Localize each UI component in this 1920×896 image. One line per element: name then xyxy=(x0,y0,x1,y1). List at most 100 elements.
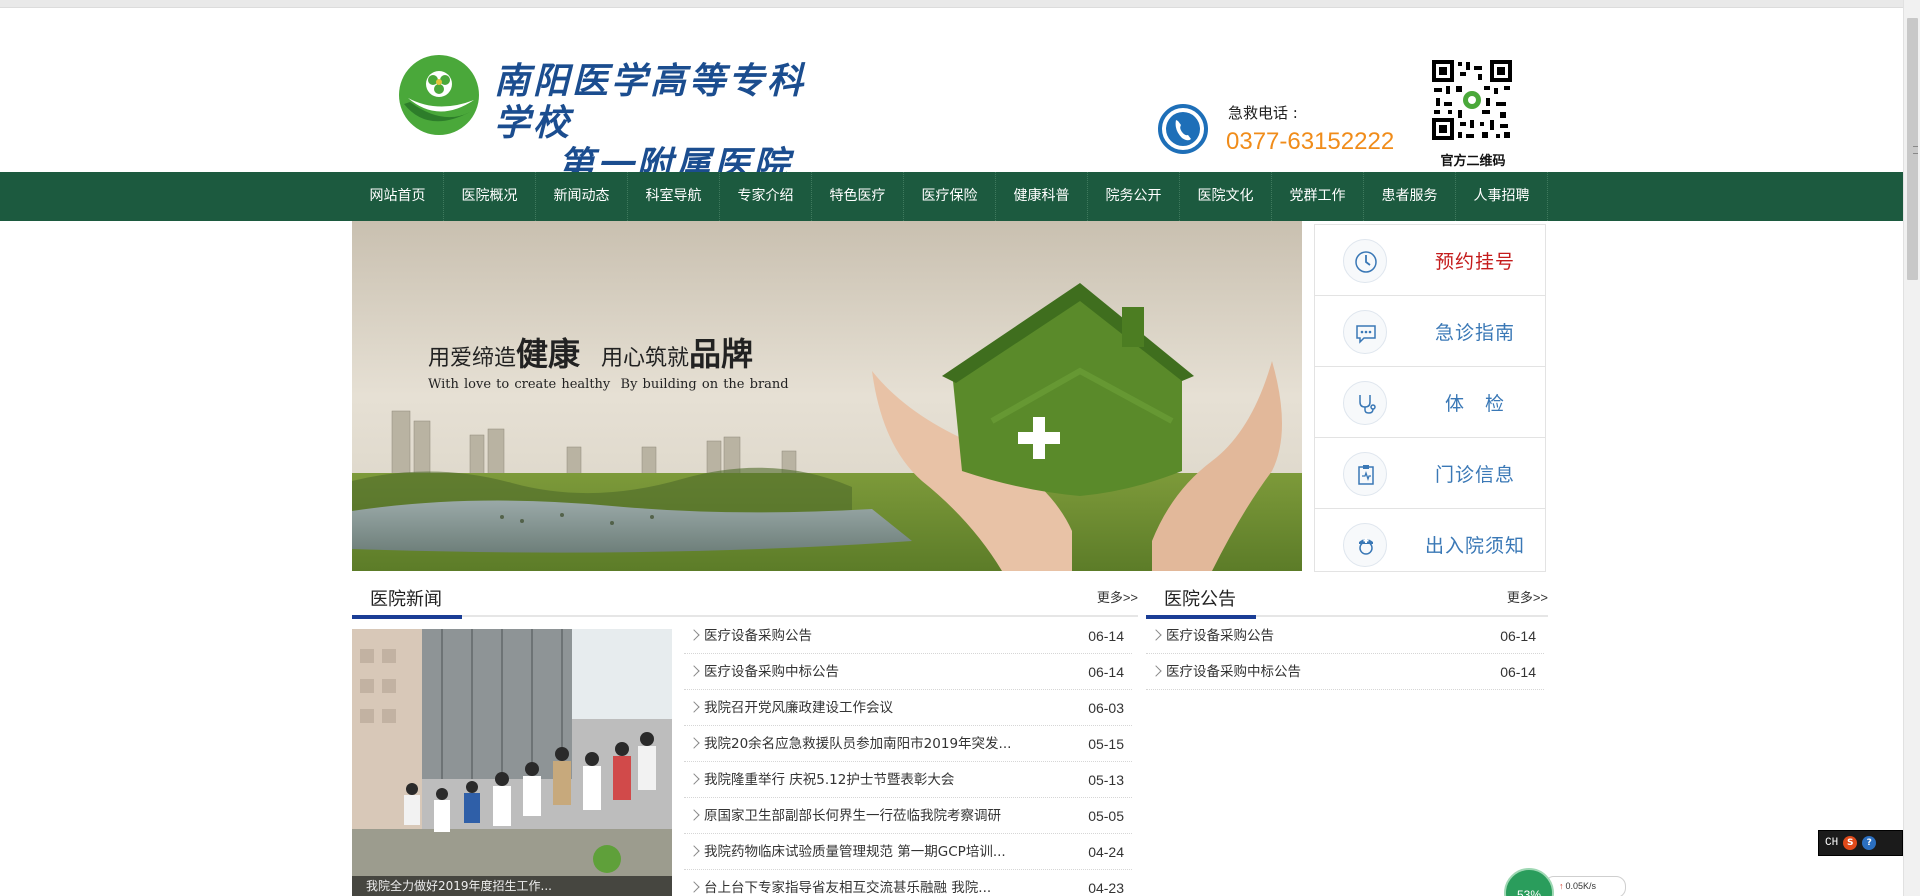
quick-link-label: 出入院须知 xyxy=(1424,535,1525,557)
news-section-header: 医院新闻 更多>> xyxy=(352,573,1138,619)
news-item[interactable]: 我院隆重举行 庆祝5.12护士节暨表彰大会 05-13 xyxy=(684,762,1132,798)
nav-item-home[interactable]: 网站首页 xyxy=(352,172,444,221)
network-speed-widget[interactable]: ↑ 0.05K/s 53% xyxy=(1504,868,1632,896)
nav-list: 网站首页 医院概况 新闻动态 科室导航 专家介绍 特色医疗 医疗保险 健康科普 … xyxy=(352,172,1548,221)
quick-link-emergency-guide[interactable]: 急诊指南 xyxy=(1315,296,1545,367)
notice-item-date: 06-14 xyxy=(1500,628,1536,644)
slogan-cn-b2: 品牌 xyxy=(689,335,754,373)
nav-item-overview[interactable]: 医院概况 xyxy=(444,172,536,221)
notice-section-header: 医院公告 更多>> xyxy=(1146,573,1548,619)
quick-link-label: 急诊指南 xyxy=(1434,322,1515,344)
notice-more-link[interactable]: 更多>> xyxy=(1507,587,1548,606)
hotline-number[interactable]: 0377-63152222 xyxy=(1226,128,1394,156)
sogou-icon[interactable]: S xyxy=(1843,836,1858,850)
banner-slogan: 用爱缔造健康 用心筑就品牌 With love to create health… xyxy=(428,329,789,392)
news-item[interactable]: 医疗设备采购中标公告 06-14 xyxy=(684,654,1132,690)
news-item-title: 我院召开党风廉政建设工作会议 xyxy=(704,700,893,716)
nav-item-news[interactable]: 新闻动态 xyxy=(536,172,628,221)
nurse-icon xyxy=(1343,523,1387,567)
news-photo-image xyxy=(352,629,672,896)
site-header: 南阳医学高等专科学校 第一附属医院 急救电话 : 0377-63152222 官… xyxy=(0,8,1903,186)
help-icon[interactable]: ? xyxy=(1862,836,1877,850)
qr-code-icon xyxy=(1430,58,1514,142)
news-item-title: 原国家卫生部副部长何界生一行莅临我院考察调研 xyxy=(704,808,1001,824)
news-list: 医疗设备采购公告 06-14 医疗设备采购中标公告 06-14 我院召开党风廉政建设… xyxy=(684,618,1132,896)
nav-item-insurance[interactable]: 医疗保险 xyxy=(904,172,996,221)
chevron-right-icon xyxy=(688,629,700,641)
chevron-right-icon xyxy=(1150,629,1162,641)
notice-item[interactable]: 医疗设备采购中标公告 06-14 xyxy=(1146,654,1544,690)
nav-item-special-medical[interactable]: 特色医疗 xyxy=(812,172,904,221)
nav-item-patient-service[interactable]: 患者服务 xyxy=(1364,172,1456,221)
main-nav: 网站首页 医院概况 新闻动态 科室导航 专家介绍 特色医疗 医疗保险 健康科普 … xyxy=(0,172,1903,221)
scrollbar-thumb[interactable] xyxy=(1907,18,1918,280)
quick-link-label: 门诊信息 xyxy=(1434,464,1515,486)
news-item-date: 04-24 xyxy=(1088,844,1124,860)
quick-link-appointment[interactable]: 预约挂号 xyxy=(1315,225,1545,296)
hospital-logo[interactable]: 南阳医学高等专科学校 第一附属医院 xyxy=(398,54,818,186)
news-item-date: 05-05 xyxy=(1088,808,1124,824)
hero-banner[interactable]: 用爱缔造健康 用心筑就品牌 With love to create health… xyxy=(352,221,1302,571)
news-item[interactable]: 我院药物临床试验质量管理规范 第一期GCP培训... 04-24 xyxy=(684,834,1132,870)
quick-link-label: 体 检 xyxy=(1444,393,1505,415)
chevron-right-icon xyxy=(688,665,700,677)
notice-list: 医疗设备采购公告 06-14 医疗设备采购中标公告 06-14 xyxy=(1146,618,1544,690)
official-qr: 官方二维码 xyxy=(1430,58,1516,172)
nav-item-affairs[interactable]: 院务公开 xyxy=(1088,172,1180,221)
news-more-link[interactable]: 更多>> xyxy=(1097,587,1138,606)
quick-links-panel: 预约挂号 急诊指南 体 检 门诊信息 出入院须知 xyxy=(1314,224,1546,572)
slogan-cn-b1: 用心筑就 xyxy=(601,346,690,371)
chevron-right-icon xyxy=(688,773,700,785)
news-item-date: 06-14 xyxy=(1088,664,1124,680)
notice-section-title: 医院公告 xyxy=(1146,585,1256,619)
chevron-right-icon xyxy=(688,845,700,857)
news-item-title: 台上台下专家指导省友相互交流甚乐融融 我院... xyxy=(704,880,992,896)
news-item[interactable]: 我院召开党风廉政建设工作会议 06-03 xyxy=(684,690,1132,726)
scrollbar-grip-icon xyxy=(1913,146,1918,154)
nav-item-party-work[interactable]: 党群工作 xyxy=(1272,172,1364,221)
quick-link-outpatient[interactable]: 门诊信息 xyxy=(1315,438,1545,509)
upload-arrow-icon: ↑ xyxy=(1559,881,1564,891)
chevron-right-icon xyxy=(688,701,700,713)
chat-bubble-icon xyxy=(1343,310,1387,354)
ime-language-label[interactable]: CH xyxy=(1825,837,1838,849)
news-item[interactable]: 医疗设备采购公告 06-14 xyxy=(684,618,1132,654)
news-item-date: 05-15 xyxy=(1088,736,1124,752)
nav-item-departments[interactable]: 科室导航 xyxy=(628,172,720,221)
nav-item-culture[interactable]: 医院文化 xyxy=(1180,172,1272,221)
logo-emblem-icon xyxy=(399,55,479,135)
news-photo[interactable]: 我院全力做好2019年度招生工作... xyxy=(352,629,672,896)
news-item-title: 医疗设备采购中标公告 xyxy=(704,664,839,680)
quick-link-admission[interactable]: 出入院须知 xyxy=(1315,509,1545,580)
chevron-right-icon xyxy=(1150,665,1162,677)
notice-item[interactable]: 医疗设备采购公告 06-14 xyxy=(1146,618,1544,654)
slogan-en-b: By building on the brand xyxy=(620,377,789,392)
news-item-date: 06-03 xyxy=(1088,700,1124,716)
banner-image xyxy=(352,221,1302,571)
speed-rate: 0.05K/s xyxy=(1565,881,1597,891)
notice-item-title: 医疗设备采购公告 xyxy=(1166,628,1274,644)
news-item[interactable]: 原国家卫生部副部长何界生一行莅临我院考察调研 05-05 xyxy=(684,798,1132,834)
news-item[interactable]: 我院20余名应急救援队员参加南阳市2019年突发... 05-15 xyxy=(684,726,1132,762)
news-item-title: 我院20余名应急救援队员参加南阳市2019年突发... xyxy=(704,736,1012,752)
quick-link-checkup[interactable]: 体 检 xyxy=(1315,367,1545,438)
ime-toolbar[interactable]: CH S ? xyxy=(1818,830,1903,856)
clipboard-icon xyxy=(1343,452,1387,496)
quick-link-label: 预约挂号 xyxy=(1434,251,1515,273)
nav-item-health-science[interactable]: 健康科普 xyxy=(996,172,1088,221)
news-item-date: 06-14 xyxy=(1088,628,1124,644)
slogan-cn-a2: 健康 xyxy=(516,335,581,373)
stethoscope-icon xyxy=(1343,381,1387,425)
slogan-cn-a1: 用爱缔造 xyxy=(428,346,517,371)
chevron-right-icon xyxy=(688,809,700,821)
nav-item-experts[interactable]: 专家介绍 xyxy=(720,172,812,221)
nav-item-recruitment[interactable]: 人事招聘 xyxy=(1456,172,1548,221)
news-photo-caption: 我院全力做好2019年度招生工作... xyxy=(352,876,672,896)
hotline-label: 急救电话 : xyxy=(1228,104,1298,122)
chevron-right-icon xyxy=(688,737,700,749)
vertical-scrollbar[interactable] xyxy=(1903,0,1920,896)
news-item-title: 医疗设备采购公告 xyxy=(704,628,812,644)
news-section-title: 医院新闻 xyxy=(352,585,462,619)
news-item[interactable]: 台上台下专家指导省友相互交流甚乐融融 我院... 04-23 xyxy=(684,870,1132,896)
notice-item-date: 06-14 xyxy=(1500,664,1536,680)
